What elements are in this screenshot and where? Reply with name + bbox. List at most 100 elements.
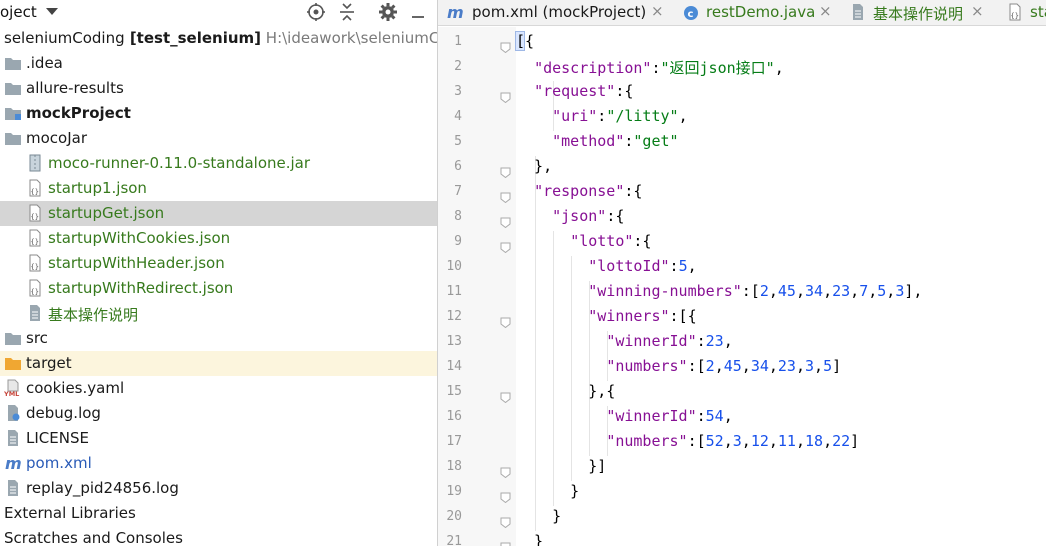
code-line[interactable]: }	[516, 507, 561, 532]
json-punctuation: ,	[768, 282, 778, 300]
tree-row[interactable]: m pom.xml	[0, 451, 437, 476]
code-line[interactable]: "winnerId":54,	[516, 407, 732, 432]
json-key: "uri"	[552, 107, 598, 125]
line-number: 11	[446, 284, 462, 299]
fold-marker-icon[interactable]	[500, 388, 511, 404]
tree-row[interactable]: {} startupWithHeader.json	[0, 251, 437, 276]
code-area[interactable]: [{ "description":"返回json接口", "request":{…	[515, 27, 1046, 546]
code-line[interactable]: "response":{	[516, 182, 642, 207]
json-punctuation: },	[516, 157, 553, 175]
code-line[interactable]: "winning-numbers":[2,45,34,23,7,5,3],	[516, 282, 922, 307]
tree-row[interactable]: YML cookies.yaml	[0, 376, 437, 401]
tree-row[interactable]: mockProject	[0, 101, 437, 126]
json-punctuation: ,	[823, 432, 833, 450]
code-line[interactable]: "description":"返回json接口",	[516, 57, 784, 82]
json-number: 12	[750, 432, 769, 450]
code-line[interactable]: "numbers":[2,45,34,23,3,5]	[516, 357, 841, 382]
json-punctuation	[516, 407, 606, 425]
json-punctuation: :{	[624, 182, 643, 200]
tree-row[interactable]: allure-results	[0, 76, 437, 101]
collapse-all-icon[interactable]	[336, 1, 358, 23]
json-punctuation: ,	[714, 357, 724, 375]
code-line[interactable]: "lottoId":5,	[516, 257, 696, 282]
tree-row[interactable]: {} startupGet.json	[0, 201, 437, 226]
code-line[interactable]: "winners":[{	[516, 307, 696, 332]
gear-icon[interactable]	[377, 1, 399, 23]
tree-row[interactable]: Scratches and Consoles	[0, 526, 437, 546]
line-number: 1	[454, 34, 462, 49]
tree-row[interactable]: LICENSE	[0, 426, 437, 451]
json-number: 18	[805, 432, 824, 450]
tree-row[interactable]: moco-runner-0.11.0-standalone.jar	[0, 151, 437, 176]
code-line[interactable]: "request":{	[516, 82, 633, 107]
json-punctuation	[516, 307, 588, 325]
tree-row[interactable]: External Libraries	[0, 501, 437, 526]
code-line[interactable]: }	[516, 482, 579, 507]
json-number: 2	[705, 357, 715, 375]
json-number: 2	[759, 282, 769, 300]
fold-marker-icon[interactable]	[500, 313, 511, 329]
project-view-title[interactable]: oject	[0, 3, 37, 21]
fold-marker-icon[interactable]	[500, 488, 511, 504]
json-punctuation: :{	[615, 82, 634, 100]
code-line[interactable]: },{	[516, 382, 615, 407]
json-punctuation: }	[516, 532, 544, 546]
json-key: "numbers"	[606, 357, 688, 375]
fold-marker-icon[interactable]	[500, 463, 511, 479]
tree-row[interactable]: {} startup1.json	[0, 176, 437, 201]
folder-icon	[4, 54, 22, 72]
tree-row-label: src	[26, 329, 48, 347]
tree-row[interactable]: {} startupWithCookies.json	[0, 226, 437, 251]
fold-marker-icon[interactable]	[500, 513, 511, 529]
fold-marker-icon[interactable]	[500, 538, 511, 546]
line-number: 9	[454, 234, 462, 249]
code-line[interactable]: "lotto":{	[516, 232, 651, 257]
json-number: 5	[877, 282, 887, 300]
code-line[interactable]: "method":"get"	[516, 132, 679, 157]
minimize-icon[interactable]	[407, 1, 429, 23]
json-key: "winning-numbers"	[588, 282, 742, 300]
json-string: "get"	[633, 132, 679, 150]
line-number: 12	[446, 309, 462, 324]
fold-marker-icon[interactable]	[500, 213, 511, 229]
code-line[interactable]: },	[516, 157, 552, 182]
json-punctuation	[516, 82, 534, 100]
json-punctuation	[516, 107, 552, 125]
json-punctuation	[516, 132, 552, 150]
locate-icon[interactable]	[305, 1, 327, 23]
code-line[interactable]: "winnerId":23,	[516, 332, 732, 357]
tree-row[interactable]: 基本操作说明	[0, 301, 437, 326]
editor-tab[interactable]: {} sta	[438, 0, 1046, 25]
log-file-icon	[4, 404, 22, 422]
tree-row[interactable]: .idea	[0, 51, 437, 76]
json-punctuation: ,	[795, 357, 805, 375]
code-line[interactable]: "numbers":[52,3,12,11,18,22]	[516, 432, 859, 457]
json-punctuation: :	[597, 107, 607, 125]
chevron-down-icon[interactable]	[46, 8, 58, 15]
tree-row-label: pom.xml	[26, 454, 92, 472]
tree-row-label: .idea	[26, 54, 63, 72]
tree-row[interactable]: seleniumCoding [test_selenium] H:\ideawo…	[0, 26, 437, 51]
line-number: 6	[454, 159, 462, 174]
tree-row[interactable]: target	[0, 351, 437, 376]
tree-row[interactable]: mocoJar	[0, 126, 437, 151]
json-punctuation: ,	[768, 432, 778, 450]
json-string: "/litty"	[606, 107, 679, 125]
code-line[interactable]: [{	[516, 32, 534, 57]
code-line[interactable]: "json":{	[516, 207, 624, 232]
text-file-icon	[26, 304, 44, 322]
code-line[interactable]: "uri":"/litty",	[516, 107, 687, 132]
fold-marker-icon[interactable]	[500, 38, 511, 54]
fold-marker-icon[interactable]	[500, 188, 511, 204]
fold-marker-icon[interactable]	[500, 88, 511, 104]
tree-row[interactable]: {} startupWithRedirect.json	[0, 276, 437, 301]
tree-row[interactable]: debug.log	[0, 401, 437, 426]
tree-row[interactable]: replay_pid24856.log	[0, 476, 437, 501]
fold-marker-icon[interactable]	[500, 163, 511, 179]
json-key: "numbers"	[606, 432, 688, 450]
tree-row-label: moco-runner-0.11.0-standalone.jar	[48, 154, 311, 172]
tree-row[interactable]: src	[0, 326, 437, 351]
fold-marker-icon[interactable]	[500, 238, 511, 254]
code-line[interactable]: }	[516, 532, 543, 546]
code-line[interactable]: }]	[516, 457, 606, 482]
